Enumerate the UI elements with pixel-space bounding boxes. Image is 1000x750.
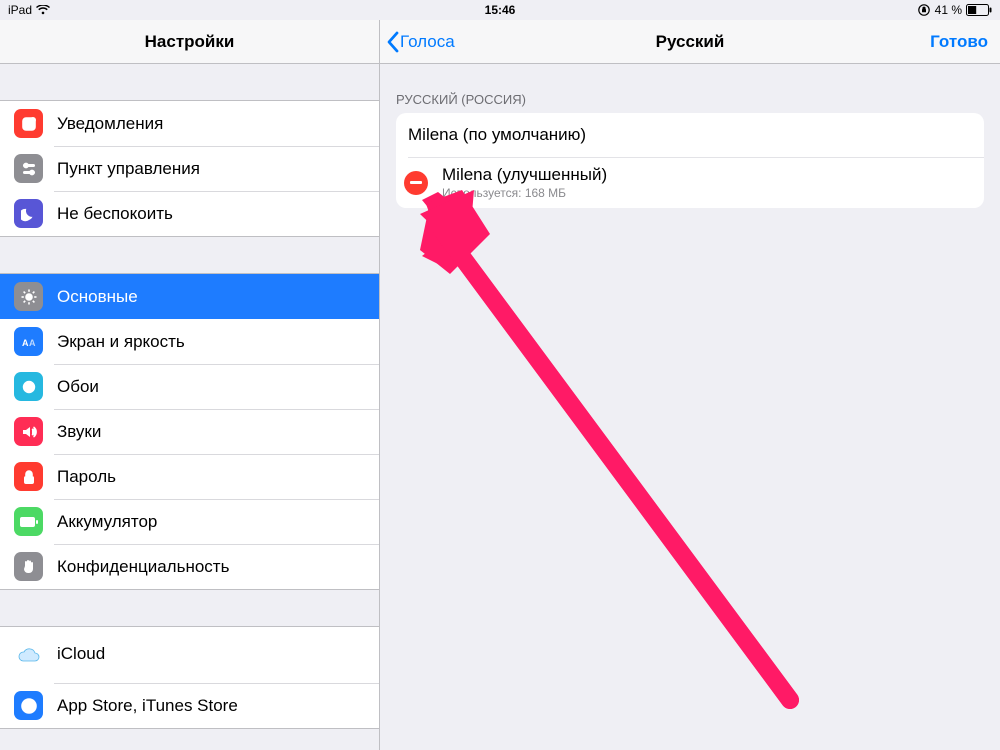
dnd-icon (14, 199, 43, 228)
sidebar-item-label: Конфиденциальность (57, 557, 229, 577)
voice-title: Milena (по умолчанию) (408, 125, 586, 145)
sidebar-item-display[interactable]: AA Экран и яркость (0, 319, 379, 364)
chevron-left-icon (386, 31, 400, 53)
device-label: iPad (8, 3, 32, 17)
wifi-icon (36, 5, 50, 15)
gear-icon (14, 282, 43, 311)
sidebar-item-label: iCloud (57, 644, 105, 664)
detail-navbar: Голоса Русский Готово (380, 20, 1000, 64)
sidebar-item-passcode[interactable]: Пароль (0, 454, 379, 499)
sidebar-item-label: Звуки (57, 422, 101, 442)
lock-icon (14, 462, 43, 491)
icloud-icon (14, 641, 43, 670)
sidebar-item-wallpaper[interactable]: Обои (0, 364, 379, 409)
clock: 15:46 (485, 3, 516, 17)
wallpaper-icon (14, 372, 43, 401)
minus-icon (410, 181, 422, 184)
sidebar-item-label: Основные (57, 287, 138, 307)
voice-title: Milena (улучшенный) (442, 165, 607, 185)
settings-group-2: Основные AA Экран и яркость Обои (0, 273, 379, 590)
voice-subtitle: Используется: 168 МБ (442, 186, 607, 200)
back-label: Голоса (400, 32, 455, 52)
control-center-icon (14, 154, 43, 183)
sidebar-item-label: Пароль (57, 467, 116, 487)
sidebar-item-general[interactable]: Основные (0, 274, 379, 319)
appstore-icon (14, 691, 43, 720)
voices-section-header: РУССКИЙ (РОССИЯ) (380, 78, 1000, 113)
sidebar-title: Настройки (0, 32, 379, 52)
settings-group-1: Уведомления Пункт управления Не беспокои… (0, 100, 379, 237)
sidebar-item-label: Уведомления (57, 114, 163, 134)
sidebar-item-label: App Store, iTunes Store (57, 696, 238, 716)
svg-text:A: A (22, 338, 29, 348)
sidebar-item-dnd[interactable]: Не беспокоить (0, 191, 379, 236)
delete-minus-button[interactable] (404, 171, 428, 195)
sidebar-item-battery[interactable]: Аккумулятор (0, 499, 379, 544)
settings-sidebar: Настройки Уведомления Пункт управления (0, 20, 380, 750)
sidebar-item-notifications[interactable]: Уведомления (0, 101, 379, 146)
done-button[interactable]: Готово (930, 32, 988, 52)
sidebar-item-icloud[interactable]: iCloud (0, 627, 379, 683)
notifications-icon (14, 109, 43, 138)
battery-menu-icon (14, 507, 43, 536)
sidebar-item-sounds[interactable]: Звуки (0, 409, 379, 454)
sidebar-item-label: Экран и яркость (57, 332, 185, 352)
sidebar-item-label: Аккумулятор (57, 512, 157, 532)
voices-list: Milena (по умолчанию) Milena (улучшенный… (396, 113, 984, 208)
svg-text:A: A (29, 338, 36, 348)
voice-row-default[interactable]: Milena (по умолчанию) (396, 113, 984, 157)
sidebar-item-label: Пункт управления (57, 159, 200, 179)
back-button[interactable]: Голоса (380, 31, 455, 53)
battery-icon (966, 4, 992, 16)
hand-icon (14, 552, 43, 581)
sidebar-navbar: Настройки (0, 20, 379, 64)
sidebar-item-label: Обои (57, 377, 99, 397)
settings-group-3: iCloud App Store, iTunes Store (0, 626, 379, 729)
detail-pane: Голоса Русский Готово РУССКИЙ (РОССИЯ) M… (380, 20, 1000, 750)
sidebar-item-control-center[interactable]: Пункт управления (0, 146, 379, 191)
sounds-icon (14, 417, 43, 446)
sidebar-item-appstore[interactable]: App Store, iTunes Store (0, 683, 379, 728)
voice-row-enhanced[interactable]: Milena (улучшенный) Используется: 168 МБ (396, 157, 984, 208)
detail-title: Русский (380, 32, 1000, 52)
status-bar: iPad 15:46 41 % (0, 0, 1000, 20)
sidebar-item-label: Не беспокоить (57, 204, 173, 224)
rotation-lock-icon (917, 3, 931, 17)
display-icon: AA (14, 327, 43, 356)
sidebar-item-privacy[interactable]: Конфиденциальность (0, 544, 379, 589)
battery-percent: 41 % (935, 3, 962, 17)
